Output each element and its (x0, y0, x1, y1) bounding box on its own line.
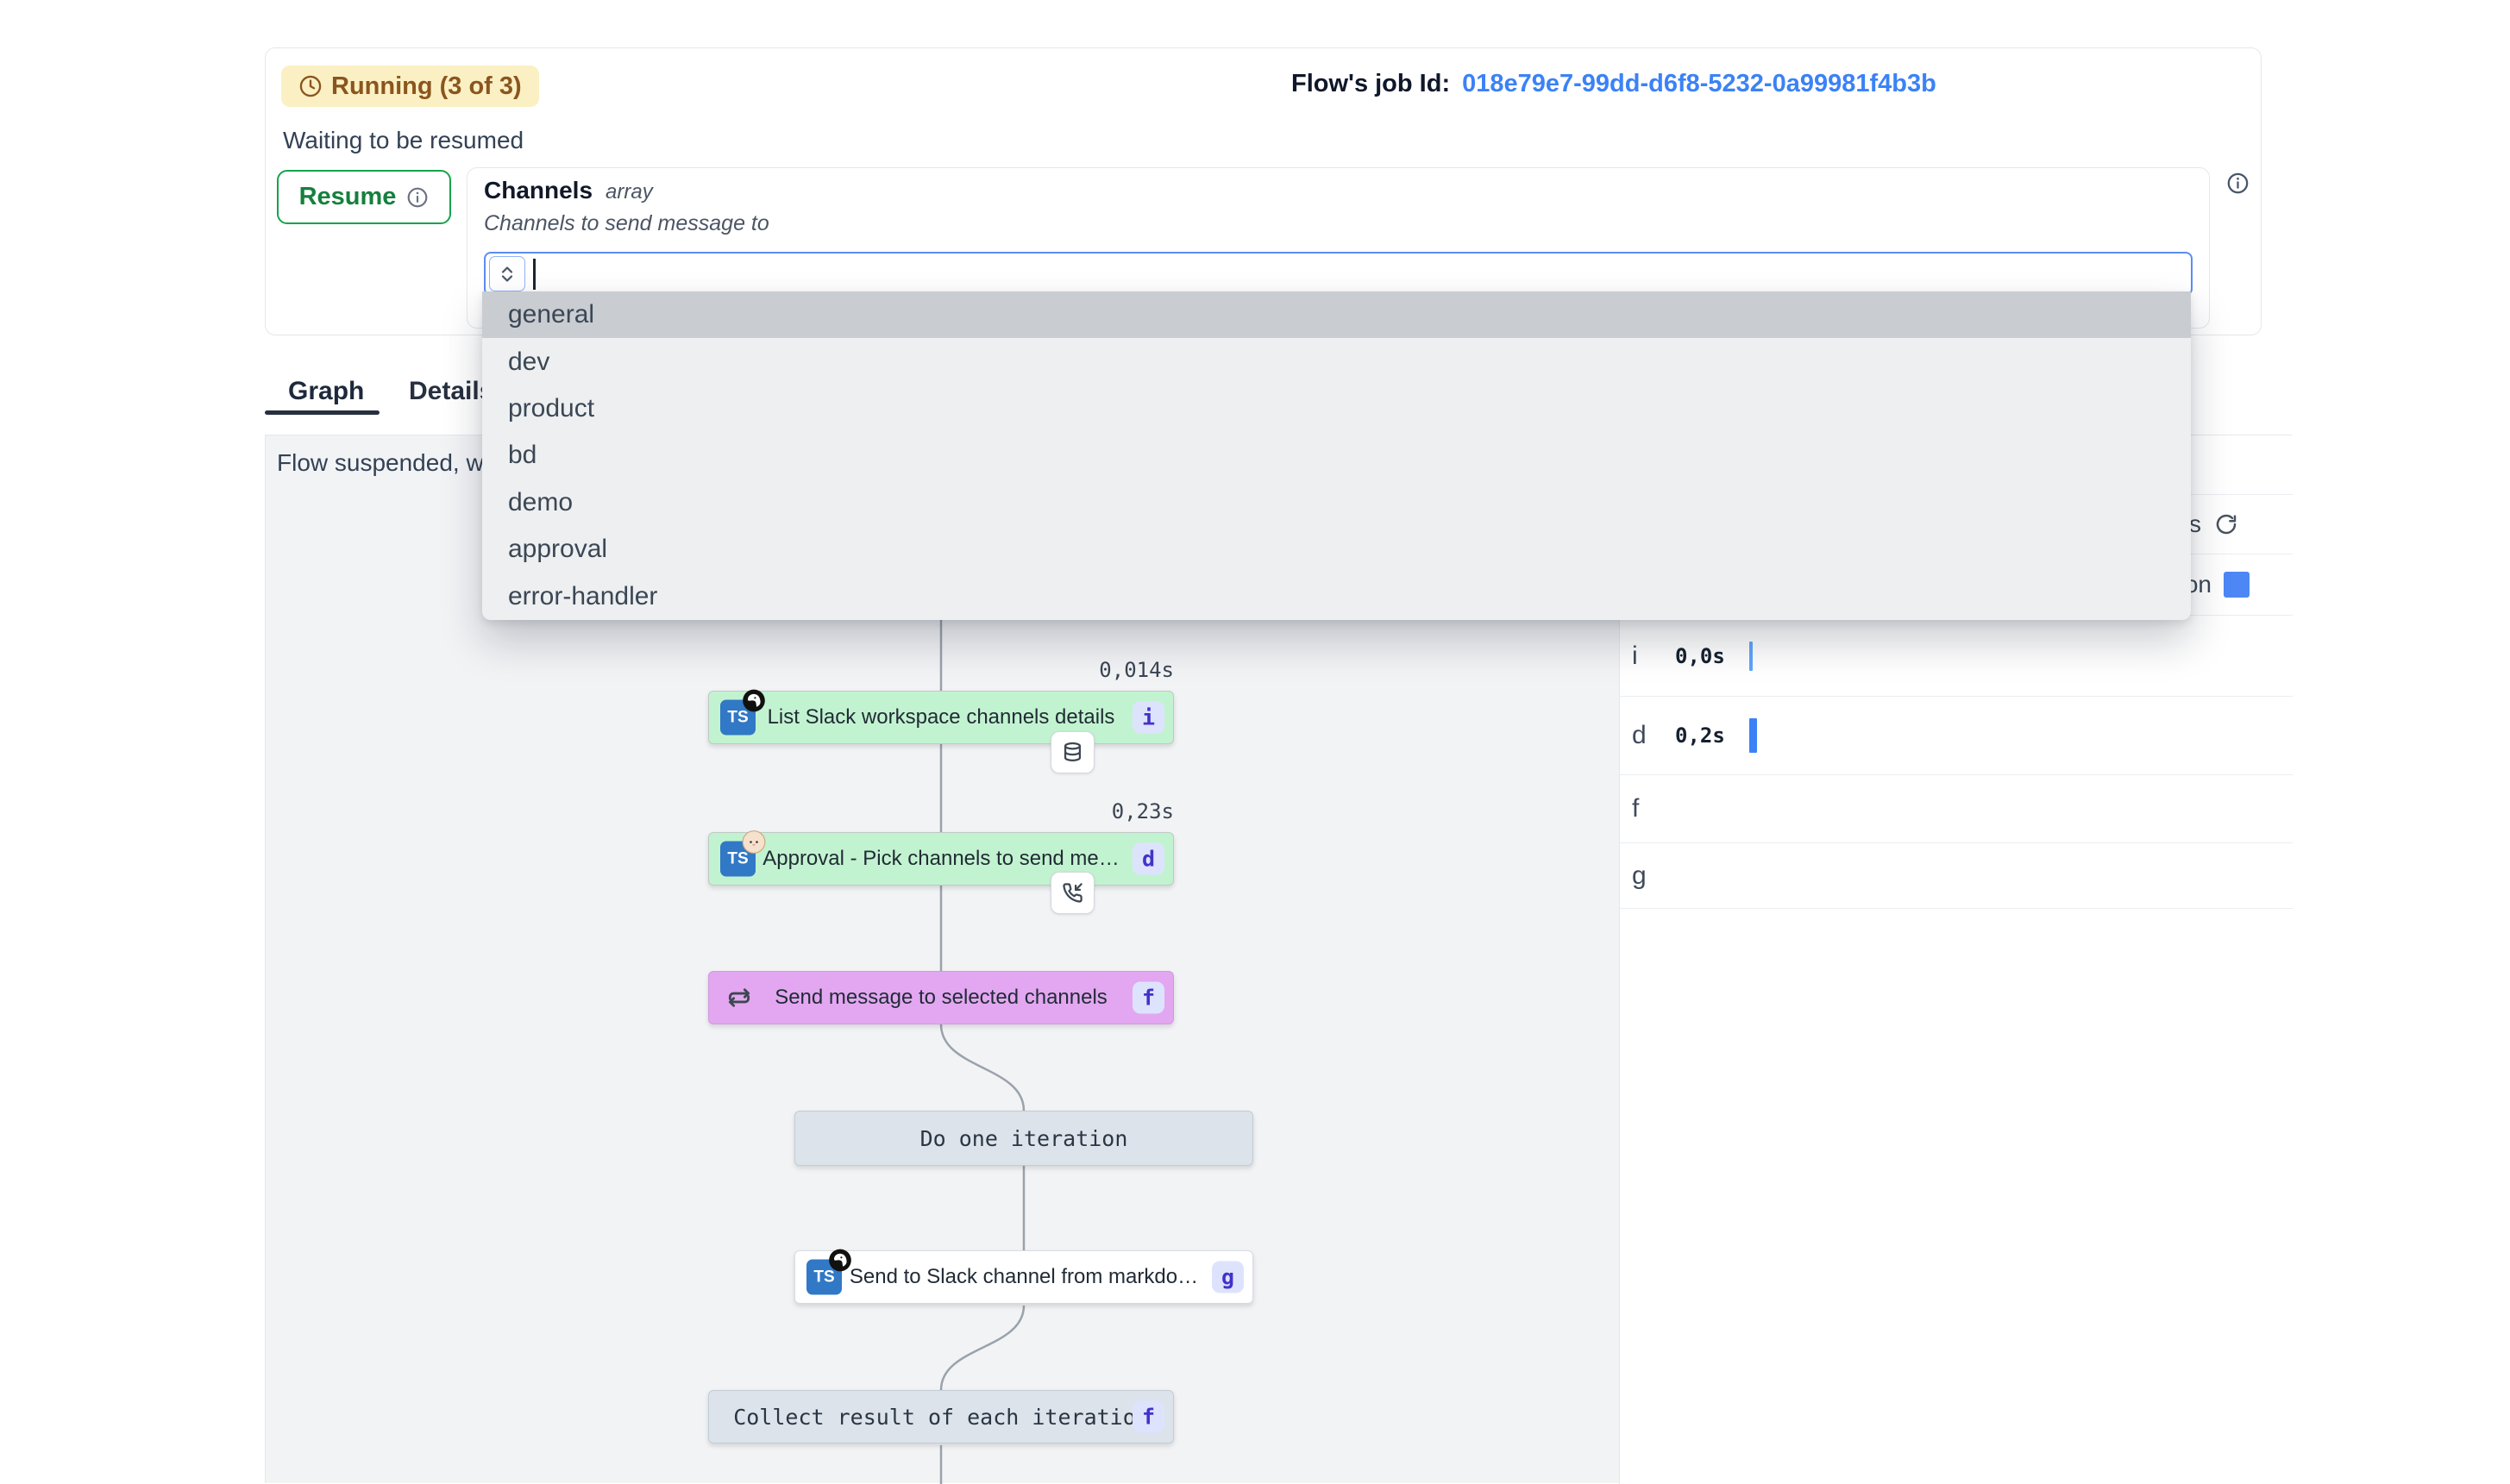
suspend-approval-button[interactable] (1051, 872, 1095, 914)
node-duration: 0,014s (915, 658, 1174, 682)
dropdown-option-bd[interactable]: bd (482, 432, 2191, 479)
dropdown-option-general[interactable]: general (482, 291, 2191, 338)
channels-dropdown: general dev product bd demo approval err… (482, 291, 2191, 620)
typescript-icon: TS (806, 1260, 842, 1295)
text-caret (533, 259, 536, 290)
node-approval-pick-channels[interactable]: TS Approval - Pick channels to send me… … (708, 832, 1174, 886)
result-database-button[interactable] (1051, 731, 1095, 773)
field-name: Channels (484, 177, 593, 204)
repeat-icon (725, 983, 754, 1012)
step-id-badge: d (1133, 843, 1164, 875)
panel-row-step-g[interactable]: g (1620, 843, 2293, 909)
dropdown-option-error-handler[interactable]: error-handler (482, 573, 2191, 620)
info-icon (406, 186, 429, 209)
step-duration: 0,0s (1675, 644, 1725, 668)
step-id-badge: f (1133, 1401, 1164, 1433)
field-type: array (606, 180, 653, 204)
status-badge: Running (3 of 3) (281, 66, 539, 107)
node-duration: 0,23s (915, 799, 1174, 823)
step-id-badge: i (1133, 702, 1164, 734)
field-header: Channels array (484, 177, 653, 204)
node-label: List Slack workspace channels details (718, 705, 1165, 729)
node-label: Do one iteration (870, 1126, 1178, 1151)
clock-icon (298, 74, 323, 98)
dropdown-option-dev[interactable]: dev (482, 338, 2191, 385)
status-badge-label: Running (3 of 3) (331, 72, 522, 101)
typescript-icon: TS (720, 842, 756, 877)
deno-icon (828, 1249, 852, 1273)
node-label: Approval - Pick channels to send me… (712, 847, 1170, 871)
node-label: Send message to selected channels (725, 986, 1158, 1010)
panel-row-step-i[interactable]: i 0,0s (1620, 616, 2293, 697)
step-duration: 0,2s (1675, 723, 1725, 748)
panel-row-step-d[interactable]: d 0,2s (1620, 697, 2293, 775)
step-id: i (1620, 642, 1675, 671)
refresh-icon[interactable] (2213, 511, 2239, 537)
job-id-link[interactable]: 018e79e7-99dd-d6f8-5232-0a99981f4b3b (1462, 70, 1936, 98)
dropdown-option-demo[interactable]: demo (482, 479, 2191, 526)
step-id-badge: g (1212, 1262, 1244, 1293)
panel-row-step-f[interactable]: f (1620, 775, 2293, 843)
flow-run-page: Running (3 of 3) Flow's job Id: 018e79e7… (0, 0, 2510, 1483)
step-id: g (1620, 861, 1675, 891)
timeline-bar (1749, 718, 1757, 753)
step-id: f (1620, 794, 1675, 823)
database-icon (1061, 741, 1084, 764)
node-label: Collect result of each iteration (683, 1405, 1199, 1430)
tab-graph[interactable]: Graph (288, 377, 364, 406)
step-id-badge: f (1133, 982, 1164, 1014)
field-description: Channels to send message to (484, 211, 769, 236)
node-list-slack-channels[interactable]: TS List Slack workspace channels details… (708, 691, 1174, 744)
node-label: Send to Slack channel from markdo… (800, 1265, 1248, 1289)
node-collect-result[interactable]: Collect result of each iteration f (708, 1390, 1174, 1443)
phone-incoming-icon (1061, 881, 1084, 905)
step-id: d (1620, 721, 1675, 750)
execution-legend-chip (2224, 572, 2250, 598)
job-id-label: Flow's job Id: (1291, 70, 1450, 98)
job-id-row: Flow's job Id: 018e79e7-99dd-d6f8-5232-0… (1291, 70, 1936, 98)
tab-details[interactable]: Details (409, 377, 493, 406)
dropdown-option-product[interactable]: product (482, 385, 2191, 432)
info-icon[interactable] (2226, 172, 2250, 195)
bun-icon (742, 830, 766, 855)
waiting-text: Waiting to be resumed (283, 127, 524, 154)
chevrons-up-down-icon (497, 264, 518, 285)
node-do-one-iteration[interactable]: Do one iteration (794, 1111, 1253, 1166)
timeline-bar (1749, 642, 1753, 671)
dropdown-option-approval[interactable]: approval (482, 526, 2191, 573)
selector-toggle[interactable] (489, 256, 525, 291)
node-send-to-slack-channel[interactable]: TS Send to Slack channel from markdo… g (794, 1250, 1253, 1304)
node-forloop-send-message[interactable]: Send message to selected channels f (708, 971, 1174, 1024)
resume-button-label: Resume (299, 183, 397, 211)
typescript-icon: TS (720, 700, 756, 736)
active-tab-underline (265, 410, 380, 415)
channels-input[interactable] (484, 252, 2193, 296)
resume-button[interactable]: Resume (277, 170, 451, 224)
deno-icon (742, 689, 766, 713)
